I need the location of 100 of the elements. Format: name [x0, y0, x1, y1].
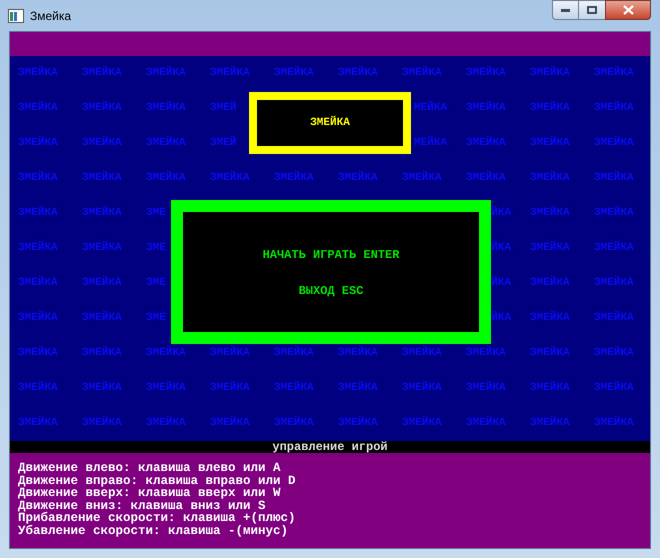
- pattern-word: ЗМЕЙКА: [18, 418, 58, 429]
- pattern-word: ЗМЕЙКА: [82, 138, 122, 149]
- pattern-word: ЗМЕЙКА: [594, 208, 634, 219]
- close-icon: [622, 5, 634, 15]
- pattern-word: ЙКА: [491, 208, 511, 219]
- pattern-word: ЗМЕЙКА: [466, 383, 506, 394]
- pattern-word: ЗМЕЙКА: [338, 68, 378, 79]
- pattern-word: ЗМЕЙКА: [82, 68, 122, 79]
- pattern-word: ЗМЕЙКА: [82, 103, 122, 114]
- pattern-word: ЗМЕЙКА: [466, 348, 506, 359]
- pattern-word: ЗМЕЙКА: [82, 243, 122, 254]
- pattern-word: ЗМЕЙКА: [18, 278, 58, 289]
- pattern-word: ЗМЕЙКА: [18, 243, 58, 254]
- window-title: Змейка: [30, 8, 72, 24]
- pattern-word: ЗМЕЙКА: [82, 383, 122, 394]
- pattern-word: ЗМЕЙКА: [466, 418, 506, 429]
- pattern-word: ЗМЕ: [146, 278, 166, 289]
- pattern-word: ЗМЕЙКА: [18, 313, 58, 324]
- pattern-word: ЗМЕЙКА: [82, 418, 122, 429]
- maximize-button[interactable]: [579, 0, 605, 20]
- pattern-word: ЗМЕЙКА: [594, 138, 634, 149]
- pattern-word: ЗМЕЙКА: [530, 173, 570, 184]
- pattern-word: ЗМЕЙКА: [18, 68, 58, 79]
- pattern-word: ЗМЕЙКА: [18, 173, 58, 184]
- pattern-word: ЗМЕЙКА: [82, 173, 122, 184]
- pattern-word: МЕЙКА: [414, 103, 447, 114]
- menu-item[interactable]: НАЧАТЬ ИГРАТЬ ENTER: [262, 248, 400, 262]
- pattern-word: ЗМЕЙКА: [594, 243, 634, 254]
- menu-item[interactable]: ВЫХОД ESC: [298, 284, 364, 298]
- pattern-word: ЗМЕЙКА: [146, 383, 186, 394]
- pattern-word: ЗМЕЙКА: [402, 348, 442, 359]
- control-hint: Движение вниз: клавиша вниз или S: [18, 500, 266, 512]
- pattern-word: ЗМЕЙКА: [466, 68, 506, 79]
- control-hint: Движение влево: клавиша влево или A: [18, 462, 282, 474]
- game-title: ЗМЕЙКА: [310, 114, 350, 131]
- pattern-word: ЗМЕЙКА: [146, 138, 186, 149]
- pattern-word: ЗМЕЙКА: [210, 173, 250, 184]
- control-hint: Движение вправо: клавиша вправо или D: [18, 474, 297, 487]
- pattern-word: ЗМЕЙКА: [18, 103, 58, 114]
- pattern-word: ЗМЕЙКА: [594, 313, 634, 324]
- pattern-word: ЗМЕЙКА: [594, 418, 634, 429]
- pattern-word: ЗМЕЙКА: [594, 278, 634, 289]
- pattern-word: ЗМЕЙКА: [530, 383, 570, 394]
- pattern-word: ЗМЕЙКА: [530, 243, 570, 254]
- pattern-word: ЗМЕЙКА: [146, 348, 186, 359]
- pattern-word: ЗМЕ: [146, 313, 166, 324]
- pattern-word: ЗМЕЙ: [210, 103, 236, 114]
- pattern-word: ЗМЕЙКА: [594, 383, 634, 394]
- pattern-word: ЗМЕЙКА: [402, 173, 442, 184]
- pattern-word: ЗМЕЙКА: [18, 348, 58, 359]
- pattern-word: ЗМЕЙКА: [274, 173, 314, 184]
- pattern-word: ЗМЕЙКА: [82, 278, 122, 289]
- pattern-word: ЗМЕЙКА: [402, 383, 442, 394]
- pattern-word: ЗМЕЙКА: [338, 383, 378, 394]
- pattern-word: ЗМЕЙКА: [82, 313, 122, 324]
- pattern-word: ЗМЕЙКА: [338, 348, 378, 359]
- minimize-button[interactable]: [552, 0, 579, 20]
- pattern-word: ЗМЕЙКА: [274, 68, 314, 79]
- pattern-word: ЙКА: [491, 313, 511, 324]
- pattern-word: ЗМЕЙКА: [146, 418, 186, 429]
- app-icon: [8, 8, 24, 22]
- pattern-word: ЙКА: [491, 278, 511, 289]
- pattern-word: ЗМЕЙКА: [402, 68, 442, 79]
- pattern-word: ЗМЕЙКА: [530, 348, 570, 359]
- pattern-word: ЗМЕЙКА: [146, 103, 186, 114]
- pattern-word: ЗМЕЙКА: [530, 418, 570, 429]
- pattern-word: ЗМЕЙКА: [274, 348, 314, 359]
- pattern-word: ЗМЕЙКА: [18, 208, 58, 219]
- control-hint: Прибавление скорости: клавиша +(плюс): [18, 512, 297, 524]
- pattern-word: ЗМЕЙКА: [146, 173, 186, 184]
- controls-title: управление игрой: [272, 441, 388, 453]
- close-button[interactable]: [605, 0, 651, 20]
- pattern-word: ЗМЕЙКА: [466, 173, 506, 184]
- pattern-word: ЙКА: [491, 243, 511, 254]
- pattern-word: ЗМЕ: [146, 208, 166, 219]
- pattern-word: ЗМЕЙКА: [594, 348, 634, 359]
- pattern-word: ЗМЕ: [146, 243, 166, 254]
- pattern-word: ЗМЕЙКА: [594, 68, 634, 79]
- pattern-word: ЗМЕЙКА: [530, 138, 570, 149]
- pattern-word: ЗМЕЙКА: [466, 103, 506, 114]
- control-hint: Убавление скорости: клавиша -(минус): [18, 524, 288, 537]
- pattern-word: ЗМЕЙКА: [530, 208, 570, 219]
- pattern-word: ЗМЕЙКА: [530, 278, 570, 289]
- pattern-word: МЕЙКА: [414, 138, 447, 149]
- pattern-word: ЗМЕЙКА: [210, 418, 250, 429]
- pattern-word: ЗМЕЙ: [210, 138, 236, 149]
- pattern-word: ЗМЕЙКА: [18, 383, 58, 394]
- pattern-word: ЗМЕЙКА: [210, 348, 250, 359]
- pattern-word: ЗМЕЙКА: [402, 418, 442, 429]
- pattern-word: ЗМЕЙКА: [530, 103, 570, 114]
- pattern-word: ЗМЕЙКА: [210, 383, 250, 394]
- pattern-word: ЗМЕЙКА: [530, 313, 570, 324]
- pattern-word: ЗМЕЙКА: [594, 103, 634, 114]
- control-hint: Движение вверх: клавиша вверх или W: [18, 487, 282, 500]
- pattern-word: ЗМЕЙКА: [466, 138, 506, 149]
- pattern-word: ЗМЕЙКА: [594, 173, 634, 184]
- pattern-word: ЗМЕЙКА: [82, 208, 122, 219]
- pattern-word: ЗМЕЙКА: [18, 138, 58, 149]
- pattern-word: ЗМЕЙКА: [210, 68, 250, 79]
- pattern-word: ЗМЕЙКА: [338, 173, 378, 184]
